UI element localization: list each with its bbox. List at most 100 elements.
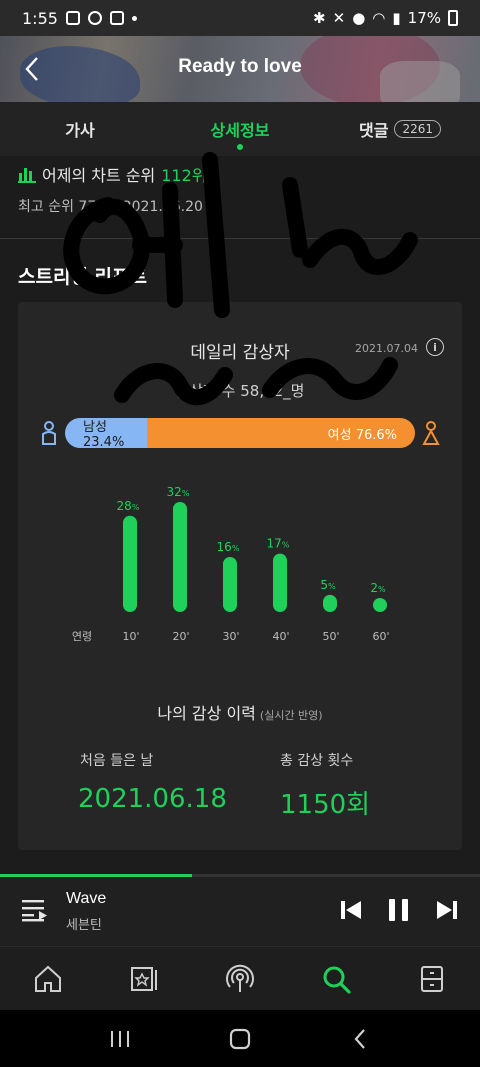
tab-lyrics[interactable]: 가사: [0, 102, 160, 156]
gender-ratio: 남성 23.4% 여성 76.6%: [18, 418, 462, 448]
yesterday-rank: 어제의 차트 순위 112위: [18, 162, 206, 186]
age-chart-svg: 연령 28% 10' 32% 20' 16% 30' 17% 40' 5% 50' 2% 60': [72, 485, 390, 643]
age-bar-value: 2%: [370, 581, 386, 595]
listener-count: 감상자 수 58,92_명: [175, 382, 305, 400]
age-tick-label: 10': [122, 630, 139, 643]
library-icon: [131, 966, 157, 991]
female-share-label: 여성 76.6%: [327, 427, 397, 443]
nav-home[interactable]: [0, 947, 96, 1010]
track-artist: 세븐틴: [66, 918, 102, 933]
info-icon[interactable]: i: [426, 338, 444, 356]
age-tick-label: 20': [172, 630, 189, 643]
page-title: Ready to love: [178, 56, 302, 77]
battery-icon: [448, 10, 458, 26]
streaming-report-card: 데일리 감상자 2021.07.04 i 감상자 수 58,92_명 남성 23…: [18, 302, 462, 850]
first-listen-label: 처음 들은 날: [80, 753, 154, 769]
camera-notification-icon: [87, 11, 102, 25]
location-icon: ●: [352, 9, 366, 27]
track-title: Wave: [66, 890, 107, 907]
recent-apps-button[interactable]: [100, 1024, 140, 1054]
report-date: 2021.07.04: [355, 342, 418, 355]
bottom-navigation: [0, 946, 480, 1010]
song-header: Ready to love: [0, 36, 480, 102]
home-icon: [35, 965, 61, 992]
chart-bars-icon: [18, 168, 36, 183]
history-title: 나의 감상 이력 (실시간 반영): [18, 700, 462, 724]
age-bar-unit: %: [182, 489, 190, 498]
age-bar-unit: %: [132, 503, 140, 512]
yesterday-rank-value: 112위: [161, 166, 207, 185]
age-bar: [123, 515, 137, 612]
female-share: 여성 76.6%: [146, 418, 415, 448]
home-square-icon: [229, 1028, 251, 1049]
details-content[interactable]: 어제의 차트 순위 112위 최고 순위 77위 : 2021.06.20 스트…: [0, 156, 480, 874]
best-rank: 최고 순위 77위 : 2021.06.20: [18, 199, 203, 215]
tab-label: 댓글: [359, 121, 389, 140]
home-button[interactable]: [220, 1024, 260, 1054]
nav-storage[interactable]: [384, 947, 480, 1010]
tab-label: 가사: [65, 121, 95, 140]
yesterday-rank-label: 어제의 차트 순위: [42, 166, 156, 185]
male-share-label: 남성 23.4%: [83, 420, 125, 448]
age-bar: [273, 553, 287, 612]
total-plays-count: 1150회: [280, 790, 371, 820]
tab-comments[interactable]: 댓글 2261: [320, 102, 480, 156]
app-notification-icon: [109, 11, 124, 25]
wifi-icon: ◠: [372, 9, 386, 27]
first-listen-date: 2021.06.18: [78, 784, 227, 814]
age-tick-label: 30': [222, 630, 239, 643]
status-time: 1:55: [22, 8, 58, 28]
gender-bar: 남성 23.4% 여성 76.6%: [65, 418, 415, 448]
system-navigation: [0, 1010, 480, 1067]
history-title-text: 나의 감상 이력: [157, 704, 256, 723]
male-icon: [42, 421, 56, 445]
progress-fill: [0, 874, 192, 877]
nav-library[interactable]: [96, 947, 192, 1010]
search-icon: [323, 966, 351, 994]
more-notifications-icon: [131, 15, 137, 21]
pause-button[interactable]: [384, 896, 414, 924]
age-bar-unit: %: [328, 582, 336, 591]
age-bar-value: 16%: [217, 540, 240, 554]
age-bar: [323, 594, 337, 612]
age-axis-label: 연령: [72, 630, 92, 643]
storage-icon: [421, 965, 443, 992]
back-chevron-icon: [354, 1028, 365, 1049]
female-icon: [422, 421, 440, 445]
status-bar: 1:55 ✱ ✕ ● ◠ ▮ 17%: [0, 0, 480, 36]
age-tick-label: 40': [272, 630, 289, 643]
total-plays-label: 총 감상 횟수: [280, 753, 354, 769]
recent-apps-icon: [111, 1030, 129, 1047]
age-bar-value: 5%: [320, 578, 336, 592]
divider: [0, 238, 480, 239]
playlist-icon[interactable]: [22, 898, 48, 922]
age-bar-value: 28%: [117, 499, 140, 513]
bluetooth-icon: ✱: [313, 9, 326, 27]
male-share: 남성 23.4%: [65, 418, 147, 448]
previous-track-button[interactable]: [336, 896, 366, 924]
system-back-button[interactable]: [340, 1024, 380, 1054]
podcast-icon: [226, 964, 254, 992]
nav-podcast[interactable]: [192, 947, 288, 1010]
gallery-notification-icon: [65, 11, 80, 25]
section-title: 스트리밍 리포트: [18, 266, 147, 288]
age-bar-unit: %: [232, 544, 240, 553]
mute-icon: ✕: [332, 9, 346, 27]
age-bar-value: 17%: [267, 537, 290, 551]
age-bar: [223, 557, 237, 612]
mini-player[interactable]: Wave 세븐틴: [0, 874, 480, 946]
playback-progress[interactable]: [0, 874, 480, 877]
next-track-button[interactable]: [432, 896, 462, 924]
age-bar-unit: %: [282, 541, 290, 550]
age-bar: [173, 502, 187, 612]
age-bar: [373, 598, 387, 612]
nav-search[interactable]: [288, 947, 384, 1010]
detail-tabs: 가사 상세정보 댓글 2261: [0, 102, 480, 156]
comment-count-badge: 2261: [394, 120, 441, 138]
active-tab-indicator: [237, 144, 243, 150]
age-chart: 연령 28% 10' 32% 20' 16% 30' 17% 40' 5% 50' 2% 60': [18, 462, 462, 652]
tab-details[interactable]: 상세정보: [160, 102, 320, 156]
age-bar-value: 32%: [167, 485, 190, 499]
age-tick-label: 50': [322, 630, 339, 643]
signal-icon: ▮: [392, 9, 401, 27]
